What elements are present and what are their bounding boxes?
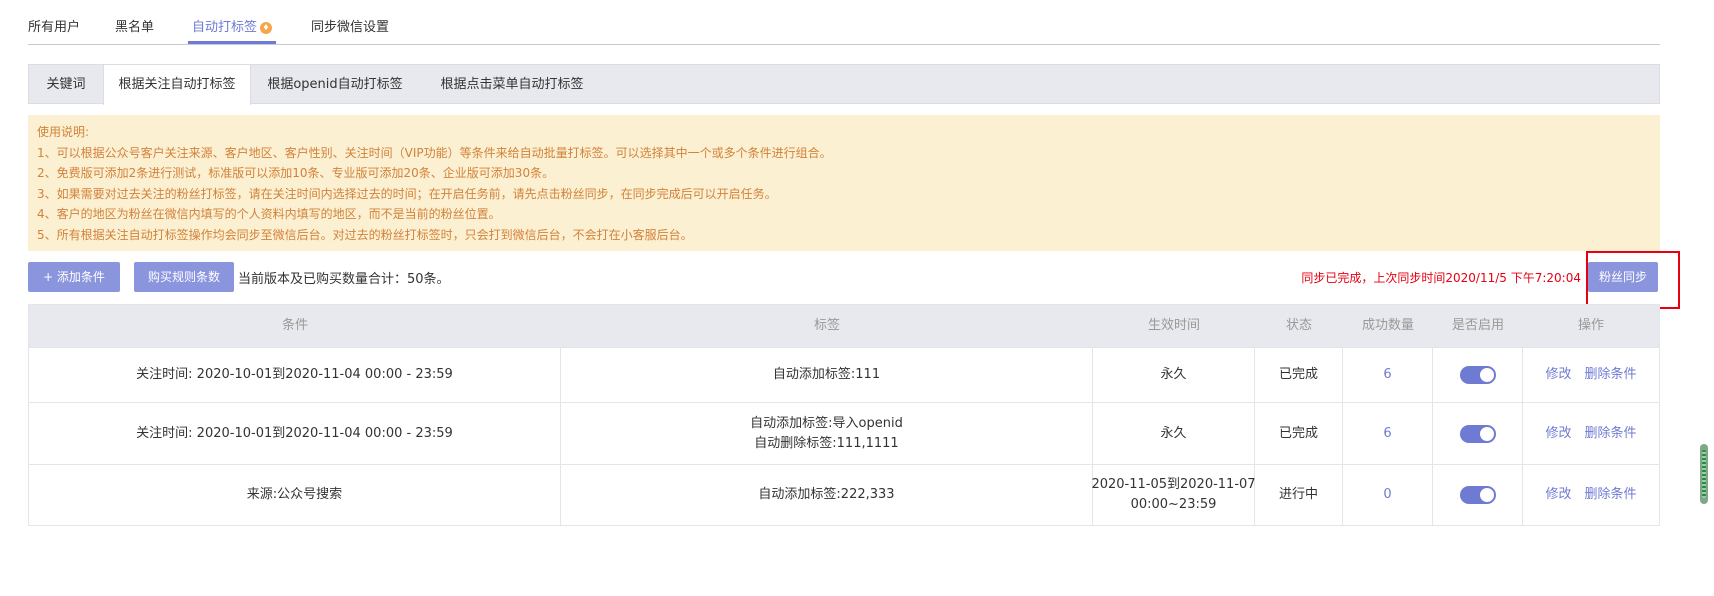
cell-tag: 自动添加标签:111 [561, 348, 1093, 402]
table-row: 来源:公众号搜索 自动添加标签:222,333 2020-11-05到2020-… [29, 464, 1659, 525]
page-scrollbar[interactable] [1700, 444, 1708, 504]
rules-table: 条件 标签 生效时间 状态 成功数量 是否启用 操作 关注时间: 2020-10… [28, 304, 1660, 526]
time-line: 永久 [1160, 367, 1187, 382]
notice-line: 2、免费版可添加2条进行测试，标准版可以添加10条、专业版可添加20条、企业版可… [37, 166, 555, 180]
tab-blacklist[interactable]: 黑名单 [115, 16, 154, 35]
usage-notice: 使用说明: 1、可以根据公众号客户关注来源、客户地区、客户性别、关注时间（VIP… [28, 115, 1660, 251]
header-success-count: 成功数量 [1361, 318, 1414, 333]
time-line: 00:00~23:59 [1130, 497, 1217, 512]
cell-success-count: 6 [1343, 348, 1433, 402]
notice-line: 5、所有根据关注自动打标签操作均会同步至微信后台。对过去的粉丝打标签时，只会打到… [37, 227, 693, 242]
sub-tab-bar: 关键词 根据关注自动打标签 根据openid自动打标签 根据点击菜单自动打标签 [28, 64, 1660, 105]
cell-actions: 修改 删除条件 [1523, 348, 1659, 402]
buy-rules-button[interactable]: 购买规则条数 [134, 262, 234, 292]
success-count-link[interactable]: 6 [1383, 365, 1391, 385]
tab-auto-tag[interactable]: 自动打标签 ♦ [192, 16, 273, 35]
edit-link[interactable]: 修改 [1545, 485, 1571, 505]
notice-line: 4、客户的地区为粉丝在微信内填写的个人资料内填写的地区，而不是当前的粉丝位置。 [37, 207, 501, 221]
subtab-keyword[interactable]: 关键词 [29, 65, 103, 104]
subtab-menu-click-auto-tag[interactable]: 根据点击菜单自动打标签 [419, 65, 605, 104]
tag-line: 自动删除标签:111,1111 [754, 435, 899, 451]
notice-title: 使用说明: [37, 125, 90, 139]
add-condition-button[interactable]: + 添加条件 [28, 262, 120, 292]
tag-line: 自动添加标签:111 [772, 367, 881, 382]
subtab-openid-auto-tag[interactable]: 根据openid自动打标签 [251, 65, 419, 104]
toggle-knob [1479, 488, 1494, 502]
edit-link[interactable]: 修改 [1545, 365, 1571, 385]
cell-enabled [1433, 465, 1523, 525]
header-condition: 条件 [281, 318, 308, 333]
header-actions: 操作 [1577, 318, 1604, 333]
cell-enabled [1433, 403, 1523, 464]
vip-icon: ♦ [260, 22, 273, 34]
notice-line: 3、如果需要对过去关注的粉丝打标签，请在关注时间内选择过去的时间；在开启任务前，… [37, 186, 777, 201]
notice-line: 1、可以根据公众号客户关注来源、客户地区、客户性别、关注时间（VIP功能）等条件… [37, 145, 832, 160]
fans-sync-button[interactable]: 粉丝同步 [1588, 262, 1658, 292]
tab-sync-wechat-settings[interactable]: 同步微信设置 [311, 16, 389, 35]
enable-toggle[interactable] [1459, 366, 1496, 384]
subtab-follow-auto-tag[interactable]: 根据关注自动打标签 [103, 65, 251, 105]
cell-condition: 关注时间: 2020-10-01到2020-11-04 00:00 - 23:5… [29, 403, 561, 464]
active-tab-indicator [188, 41, 276, 44]
tag-line: 自动添加标签:导入openid [750, 415, 903, 431]
enable-toggle[interactable] [1459, 424, 1496, 443]
edit-link[interactable]: 修改 [1545, 424, 1571, 444]
cell-effective-time: 永久 [1093, 403, 1255, 464]
header-status: 状态 [1285, 318, 1312, 333]
delete-condition-link[interactable]: 删除条件 [1585, 485, 1637, 505]
toggle-knob [1479, 368, 1494, 382]
table-header: 条件 标签 生效时间 状态 成功数量 是否启用 操作 [29, 305, 1659, 347]
cell-effective-time: 2020-11-05到2020-11-07 00:00~23:59 [1091, 465, 1256, 525]
toggle-knob [1479, 426, 1494, 441]
cell-condition: 来源:公众号搜索 [29, 465, 561, 525]
table-row: 关注时间: 2020-10-01到2020-11-04 00:00 - 23:5… [29, 402, 1659, 464]
time-line: 永久 [1160, 425, 1187, 441]
cell-status: 已完成 [1255, 403, 1343, 464]
table-row: 关注时间: 2020-10-01到2020-11-04 00:00 - 23:5… [29, 347, 1659, 402]
delete-condition-link[interactable]: 删除条件 [1585, 424, 1637, 444]
cell-actions: 修改 删除条件 [1523, 465, 1659, 525]
header-tag: 标签 [813, 318, 840, 333]
header-enabled: 是否启用 [1451, 318, 1504, 333]
total-rules-text: 当前版本及已购买数量合计：50条。 [238, 272, 450, 287]
tab-all-users[interactable]: 所有用户 [28, 16, 80, 35]
sync-status-text: 同步已完成，上次同步时间2020/11/5 下午7:20:04 [1301, 271, 1581, 285]
header-effective-time: 生效时间 [1147, 318, 1200, 333]
tag-line: 自动添加标签:222,333 [758, 487, 895, 502]
cell-actions: 修改 删除条件 [1523, 403, 1659, 464]
enable-toggle[interactable] [1459, 486, 1496, 504]
cell-tag: 自动添加标签:导入openid 自动删除标签:111,1111 [561, 403, 1093, 464]
cell-status: 已完成 [1255, 348, 1343, 402]
time-line: 2020-11-05到2020-11-07 [1091, 477, 1256, 492]
cell-effective-time: 永久 [1093, 348, 1255, 402]
cell-success-count: 0 [1343, 465, 1433, 525]
cell-condition: 关注时间: 2020-10-01到2020-11-04 00:00 - 23:5… [29, 348, 561, 402]
success-count-link[interactable]: 6 [1383, 424, 1391, 444]
cell-enabled [1433, 348, 1523, 402]
cell-success-count: 6 [1343, 403, 1433, 464]
cell-status: 进行中 [1255, 465, 1343, 525]
tab-auto-tag-label: 自动打标签 [192, 20, 258, 35]
delete-condition-link[interactable]: 删除条件 [1585, 365, 1637, 385]
cell-tag: 自动添加标签:222,333 [561, 465, 1093, 525]
success-count-link[interactable]: 0 [1383, 485, 1391, 505]
top-tab-bar: 所有用户 黑名单 自动打标签 ♦ 同步微信设置 [28, 0, 1660, 45]
